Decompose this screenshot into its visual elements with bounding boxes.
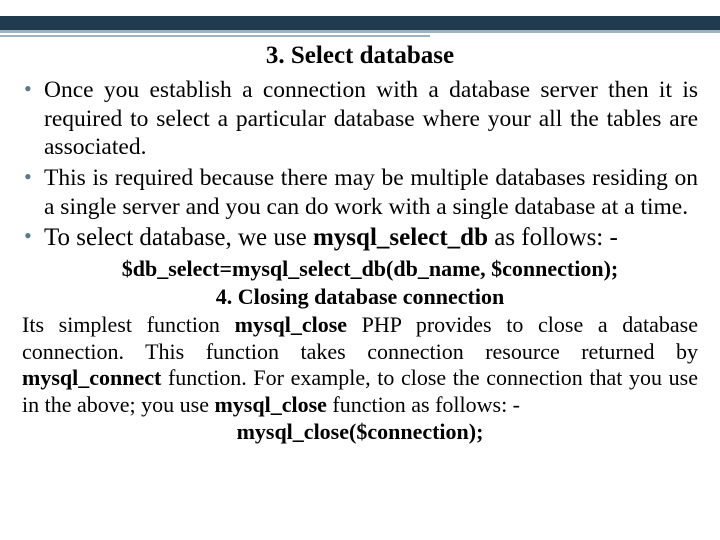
para-seg-4: function as follows: -: [327, 392, 520, 417]
code-line-1: $db_select=mysql_select_db(db_name, $con…: [22, 256, 698, 282]
bullet-item-2: This is required because there may be mu…: [22, 164, 698, 221]
border-thin-partial: [0, 35, 430, 37]
slide-content: 3. Select database Once you establish a …: [0, 38, 720, 445]
code-line-2: mysql_close($connection);: [22, 419, 698, 445]
bullet-list: Once you establish a connection with a d…: [22, 76, 698, 254]
para-fn1: mysql_close: [235, 312, 347, 337]
para-fn3: mysql_close: [214, 392, 326, 417]
paragraph: Its simplest function mysql_close PHP pr…: [22, 312, 698, 419]
para-fn2: mysql_connect: [22, 365, 161, 390]
slide-top-border: [0, 0, 720, 38]
bullet3-text-pre: To select database, we use: [44, 224, 313, 251]
bullet-item-1: Once you establish a connection with a d…: [22, 76, 698, 162]
border-dark: [0, 16, 720, 30]
bullet-item-3: To select database, we use mysql_select_…: [22, 223, 698, 254]
section-subtitle: 4. Closing database connection: [22, 284, 698, 310]
para-seg-1: Its simplest function: [22, 312, 235, 337]
bullet3-fn: mysql_select_db: [313, 224, 488, 251]
bullet3-text-post: as follows: -: [488, 224, 618, 251]
section-title: 3. Select database: [22, 42, 698, 70]
